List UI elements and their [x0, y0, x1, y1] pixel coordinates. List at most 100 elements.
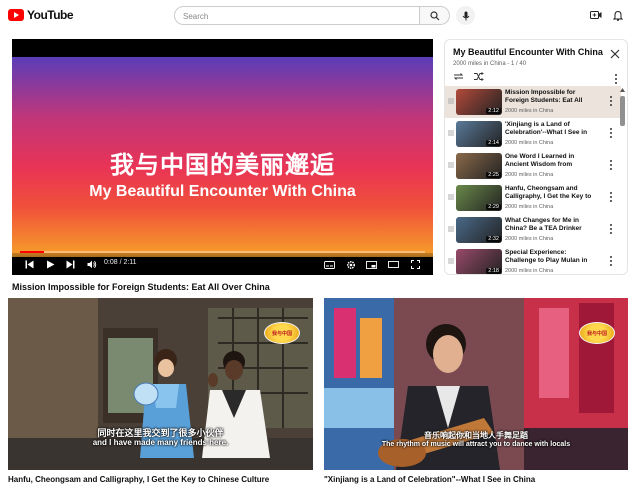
video-camera-icon — [590, 11, 602, 19]
play-icon — [47, 260, 55, 269]
more-vertical-icon[interactable] — [609, 127, 613, 139]
playlist-item-channel: 2000 miles in China — [505, 268, 554, 274]
search-input[interactable]: Search — [174, 6, 420, 25]
playlist-item-title[interactable]: Hanfu, Cheongsam and Calligraphy, I Get … — [505, 185, 597, 201]
playlist-item-title[interactable]: What Changes for Me in China? Be a TEA D… — [505, 217, 597, 233]
create-button[interactable] — [590, 9, 602, 21]
playlist-item-duration: 2:14 — [486, 140, 501, 146]
playlist-tools — [453, 71, 493, 83]
channel-badge-icon: 我与中国 — [579, 322, 615, 344]
video-player[interactable]: 我与中国的美丽邂逅 My Beautiful Encounter With Ch… — [12, 39, 433, 275]
logo-text: YouTube — [27, 8, 74, 22]
playlist-subtitle: 2000 miles in China - 1 / 40 — [453, 61, 527, 67]
subtitle-english: The rhythm of music will attract you to … — [381, 441, 571, 448]
playlist-scrollbar[interactable] — [620, 88, 625, 274]
notifications-button[interactable] — [612, 9, 624, 21]
frame-title-chinese: 我与中国的美丽邂逅 — [110, 152, 335, 179]
playlist-item-thumbnail[interactable]: 2:14 — [456, 121, 502, 147]
video-card-title[interactable]: "Xinjiang is a Land of Celebration"--Wha… — [324, 475, 535, 484]
top-bar: YouTube Search — [0, 0, 640, 30]
scroll-up-icon — [620, 88, 625, 92]
frame-title-english: My Beautiful Encounter With China — [89, 183, 356, 200]
voice-search-button[interactable] — [456, 6, 475, 25]
theater-mode-icon — [388, 261, 399, 268]
playlist-item-title[interactable]: 'Xinjiang is a Land of Celebration'--Wha… — [505, 121, 597, 137]
search-icon — [429, 10, 439, 20]
playlist-item[interactable]: 2:29 Hanfu, Cheongsam and Calligraphy, I … — [445, 182, 621, 214]
playlist-item-duration: 2:32 — [486, 236, 501, 242]
playlist-item-thumbnail[interactable]: 2:32 — [456, 217, 502, 243]
playlist-items: 2:12 Mission Impossible for Foreign Stude… — [445, 86, 621, 274]
playlist-item-thumbnail[interactable]: 2:25 — [456, 153, 502, 179]
drag-handle-icon[interactable] — [448, 226, 454, 232]
youtube-logo[interactable]: YouTube — [8, 8, 74, 22]
next-button[interactable] — [65, 259, 76, 270]
drag-handle-icon[interactable] — [448, 162, 454, 168]
drag-handle-icon[interactable] — [448, 258, 454, 264]
skip-previous-icon — [25, 260, 34, 269]
playlist-item-title[interactable]: Special Experience: Challenge to Play Mu… — [505, 249, 597, 265]
miniplayer-button[interactable] — [366, 259, 377, 270]
playlist-item-thumbnail[interactable]: 2:18 — [456, 249, 502, 274]
player-controls: 0:08 / 2:11 — [12, 253, 433, 275]
more-vertical-icon[interactable] — [609, 191, 613, 203]
playlist-item-title[interactable]: Mission Impossible for Foreign Students:… — [505, 89, 597, 105]
more-vertical-icon[interactable] — [609, 95, 613, 107]
playlist-item[interactable]: 2:32 What Changes for Me in China? Be a T… — [445, 214, 621, 246]
playlist-item-channel: 2000 miles in China — [505, 108, 554, 114]
drag-handle-icon[interactable] — [448, 130, 454, 136]
play-button[interactable] — [45, 259, 56, 270]
playlist-item[interactable]: 2:25 One Word I Learned in Ancient Wisdom… — [445, 150, 621, 182]
scrollbar-thumb[interactable] — [620, 96, 625, 126]
playlist-item-channel: 2000 miles in China — [505, 236, 554, 242]
youtube-logo-icon — [8, 9, 24, 21]
playlist-item-channel: 2000 miles in China — [505, 140, 554, 146]
video-title: Mission Impossible for Foreign Students:… — [12, 282, 270, 292]
playlist-item[interactable]: 2:12 Mission Impossible for Foreign Stude… — [445, 86, 621, 118]
video-frame[interactable]: 我与中国的美丽邂逅 My Beautiful Encounter With Ch… — [12, 57, 433, 257]
video-card-xinjiang[interactable]: 我与中国 音乐响起你和当地人手舞足蹈 The rhythm of music w… — [324, 298, 628, 470]
fullscreen-button[interactable] — [410, 259, 421, 270]
playlist-item-duration: 2:29 — [486, 204, 501, 210]
more-vertical-icon[interactable] — [609, 159, 613, 171]
drag-handle-icon[interactable] — [448, 194, 454, 200]
playlist-panel: My Beautiful Encounter With China 2000 m… — [444, 39, 628, 275]
playlist-item[interactable]: 2:14 'Xinjiang is a Land of Celebration'-… — [445, 118, 621, 150]
drag-handle-icon[interactable] — [448, 98, 454, 104]
playlist-item-title[interactable]: One Word I Learned in Ancient Wisdom fro… — [505, 153, 597, 169]
previous-button[interactable] — [24, 259, 35, 270]
playlist-item-duration: 2:25 — [486, 172, 501, 178]
volume-button[interactable] — [86, 259, 97, 270]
settings-button[interactable] — [345, 259, 356, 270]
channel-badge-icon: 我与中国 — [264, 322, 300, 344]
playlist-item-channel: 2000 miles in China — [505, 204, 554, 210]
playlist-item-duration: 2:12 — [486, 108, 501, 114]
subtitles-button[interactable] — [324, 259, 335, 270]
playlist-item-channel: 2000 miles in China — [505, 172, 554, 178]
playlist-title[interactable]: My Beautiful Encounter With China — [453, 47, 603, 57]
close-playlist-button[interactable] — [609, 47, 621, 59]
more-vertical-icon[interactable] — [609, 223, 613, 235]
more-vertical-icon[interactable] — [609, 255, 613, 267]
subtitle-chinese: 音乐响起你和当地人手舞足蹈 — [424, 431, 528, 440]
fullscreen-icon — [411, 260, 420, 269]
playlist-item-thumbnail[interactable]: 2:12 — [456, 89, 502, 115]
time-display: 0:08 / 2:11 — [104, 259, 137, 266]
shuffle-icon[interactable] — [473, 72, 484, 81]
search-button[interactable] — [420, 6, 450, 25]
theater-mode-button[interactable] — [388, 259, 399, 270]
playlist-item[interactable]: 2:18 Special Experience: Challenge to Pla… — [445, 246, 621, 274]
playlist-menu-button[interactable] — [614, 72, 618, 84]
playlist-item-thumbnail[interactable]: 2:29 — [456, 185, 502, 211]
playlist-item-duration: 2:18 — [486, 268, 501, 274]
miniplayer-icon — [366, 260, 377, 269]
microphone-icon — [462, 11, 469, 20]
video-card-hanfu[interactable]: 我与中国 同时在这里我交到了很多小伙伴 and I have made many… — [8, 298, 313, 470]
bell-icon — [613, 10, 623, 21]
loop-icon[interactable] — [453, 72, 464, 81]
video-card-title[interactable]: Hanfu, Cheongsam and Calligraphy, I Get … — [8, 475, 269, 484]
volume-icon — [87, 260, 96, 269]
skip-next-icon — [66, 260, 75, 269]
subtitles-icon — [324, 260, 335, 269]
subtitle-english: and I have made many friends here. — [92, 438, 229, 447]
